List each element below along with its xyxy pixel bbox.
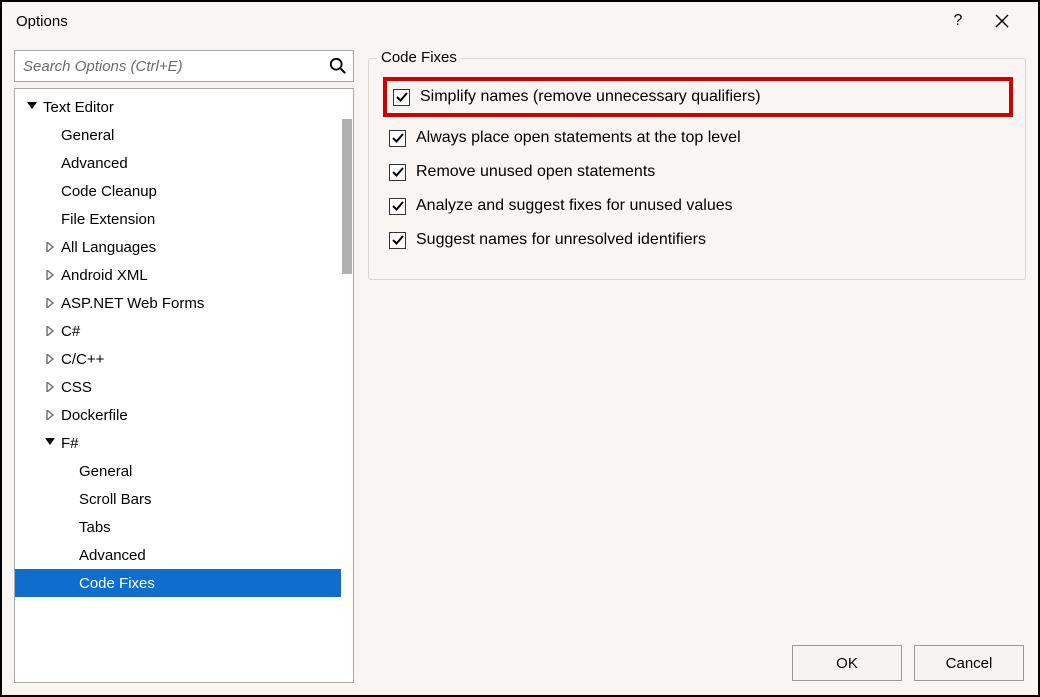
tree-label: Tabs xyxy=(79,519,111,536)
tree-label: File Extension xyxy=(61,211,155,228)
help-button[interactable]: ? xyxy=(936,2,980,40)
tree-item-csharp[interactable]: C# xyxy=(15,317,341,345)
collapse-icon xyxy=(43,268,57,282)
search-input[interactable] xyxy=(15,58,323,75)
checkbox-row-simplify-names[interactable]: Simplify names (remove unnecessary quali… xyxy=(383,77,1013,117)
tree-item-advanced[interactable]: Advanced xyxy=(15,149,341,177)
checkbox-row-suggest-names[interactable]: Suggest names for unresolved identifiers xyxy=(389,223,1007,257)
tree-item-text-editor[interactable]: Text Editor xyxy=(15,93,341,121)
options-dialog: Options ? Text Editor xyxy=(0,0,1040,697)
ok-button[interactable]: OK xyxy=(792,645,902,681)
tree-item-fsharp-general[interactable]: General xyxy=(15,457,341,485)
tree-item-file-extension[interactable]: File Extension xyxy=(15,205,341,233)
checkbox-icon[interactable] xyxy=(389,198,406,215)
tree-item-fsharp-advanced[interactable]: Advanced xyxy=(15,541,341,569)
search-icon xyxy=(323,57,353,75)
tree-item-c-cpp[interactable]: C/C++ xyxy=(15,345,341,373)
tree-label: ASP.NET Web Forms xyxy=(61,295,204,312)
tree-label: Advanced xyxy=(61,155,128,172)
expand-icon xyxy=(43,436,57,450)
nav-tree: Text Editor General Advanced Code Cleanu… xyxy=(14,88,354,683)
checkbox-label: Suggest names for unresolved identifiers xyxy=(416,231,706,249)
ok-label: OK xyxy=(836,655,858,672)
window-title: Options xyxy=(16,13,68,30)
tree-scrollbar[interactable] xyxy=(341,89,353,682)
collapse-icon xyxy=(43,352,57,366)
tree-item-code-cleanup[interactable]: Code Cleanup xyxy=(15,177,341,205)
collapse-icon xyxy=(43,324,57,338)
collapse-icon xyxy=(43,380,57,394)
tree-label: General xyxy=(79,463,132,480)
tree-label: Text Editor xyxy=(43,99,114,116)
collapse-icon xyxy=(43,408,57,422)
scroll-thumb[interactable] xyxy=(342,119,352,274)
tree-label: General xyxy=(61,127,114,144)
titlebar: Options ? xyxy=(2,2,1038,40)
checkbox-label: Remove unused open statements xyxy=(416,163,655,181)
checkbox-icon[interactable] xyxy=(389,164,406,181)
close-button[interactable] xyxy=(980,2,1024,40)
checkbox-label: Simplify names (remove unnecessary quali… xyxy=(420,88,761,106)
cancel-label: Cancel xyxy=(946,655,993,672)
tree-item-android-xml[interactable]: Android XML xyxy=(15,261,341,289)
checkbox-icon[interactable] xyxy=(389,130,406,147)
tree-label: Scroll Bars xyxy=(79,491,152,508)
tree-item-general[interactable]: General xyxy=(15,121,341,149)
expand-icon xyxy=(25,100,39,114)
checkbox-label: Always place open statements at the top … xyxy=(416,129,741,147)
tree-label: C/C++ xyxy=(61,351,104,368)
search-box[interactable] xyxy=(14,50,354,82)
tree-item-fsharp-tabs[interactable]: Tabs xyxy=(15,513,341,541)
checkbox-row-unused-values[interactable]: Analyze and suggest fixes for unused val… xyxy=(389,189,1007,223)
code-fixes-group: Code Fixes Simplify names (remove unnece… xyxy=(368,58,1026,280)
tree-label: F# xyxy=(61,435,79,452)
checkbox-label: Analyze and suggest fixes for unused val… xyxy=(416,197,733,215)
tree-label: Dockerfile xyxy=(61,407,128,424)
collapse-icon xyxy=(43,296,57,310)
tree-label: CSS xyxy=(61,379,92,396)
tree-label: Android XML xyxy=(61,267,148,284)
tree-item-css[interactable]: CSS xyxy=(15,373,341,401)
tree-label: Advanced xyxy=(79,547,146,564)
close-icon xyxy=(995,14,1009,28)
collapse-icon xyxy=(43,240,57,254)
tree-label: All Languages xyxy=(61,239,156,256)
tree-label: C# xyxy=(61,323,80,340)
tree-label: Code Fixes xyxy=(79,575,155,592)
tree-item-fsharp[interactable]: F# xyxy=(15,429,341,457)
checkbox-row-open-top-level[interactable]: Always place open statements at the top … xyxy=(389,121,1007,155)
tree-item-fsharp-code-fixes[interactable]: Code Fixes xyxy=(15,569,341,597)
group-title: Code Fixes xyxy=(377,49,461,66)
checkbox-icon[interactable] xyxy=(393,89,410,106)
cancel-button[interactable]: Cancel xyxy=(914,645,1024,681)
tree-item-dockerfile[interactable]: Dockerfile xyxy=(15,401,341,429)
tree-label: Code Cleanup xyxy=(61,183,157,200)
checkbox-row-remove-unused-open[interactable]: Remove unused open statements xyxy=(389,155,1007,189)
tree-item-aspnet-web-forms[interactable]: ASP.NET Web Forms xyxy=(15,289,341,317)
checkbox-icon[interactable] xyxy=(389,232,406,249)
tree-item-fsharp-scroll-bars[interactable]: Scroll Bars xyxy=(15,485,341,513)
tree-item-all-languages[interactable]: All Languages xyxy=(15,233,341,261)
